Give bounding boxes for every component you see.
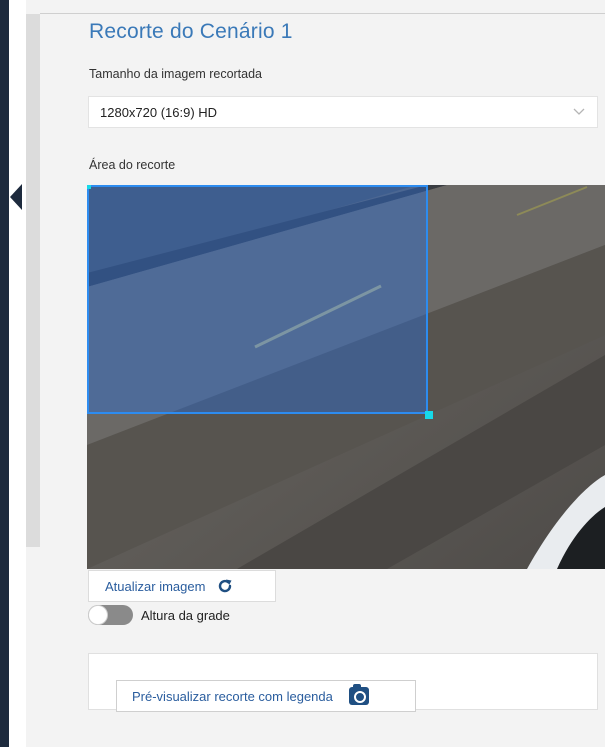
grid-height-label: Altura da grade — [141, 607, 230, 623]
collapse-panel-tab[interactable] — [9, 178, 23, 215]
grid-height-toggle[interactable] — [88, 605, 133, 625]
crop-handle-bottom-right[interactable] — [425, 411, 433, 419]
grid-height-toggle-row[interactable]: Altura da grade — [88, 605, 230, 625]
chevron-down-icon — [573, 108, 585, 115]
crop-handle-top-left[interactable] — [87, 185, 91, 189]
crop-selection-rectangle[interactable] — [87, 185, 433, 419]
image-size-label: Tamanho da imagem recortada — [89, 67, 263, 81]
refresh-image-label: Atualizar imagem — [105, 578, 206, 594]
image-size-selected-value: 1280x720 (16:9) HD — [100, 104, 218, 120]
refresh-icon — [219, 579, 232, 593]
preview-crop-button[interactable]: Pré-visualizar recorte com legenda — [116, 680, 416, 712]
image-size-select[interactable]: 1280x720 (16:9) HD — [88, 96, 598, 128]
preview-crop-label: Pré-visualizar recorte com legenda — [132, 688, 333, 704]
toggle-knob — [88, 605, 108, 625]
left-sidebar-strip — [0, 0, 9, 747]
chevron-left-icon — [10, 183, 22, 210]
vertical-scrollbar[interactable] — [26, 14, 40, 547]
camera-icon — [348, 684, 369, 705]
sidebar-gutter — [9, 0, 26, 747]
refresh-image-button[interactable]: Atualizar imagem — [88, 570, 276, 602]
crop-area-canvas[interactable] — [87, 185, 605, 569]
top-divider — [40, 13, 605, 14]
page-title: Recorte do Cenário 1 — [89, 20, 293, 43]
crop-area-label: Área do recorte — [89, 158, 176, 172]
